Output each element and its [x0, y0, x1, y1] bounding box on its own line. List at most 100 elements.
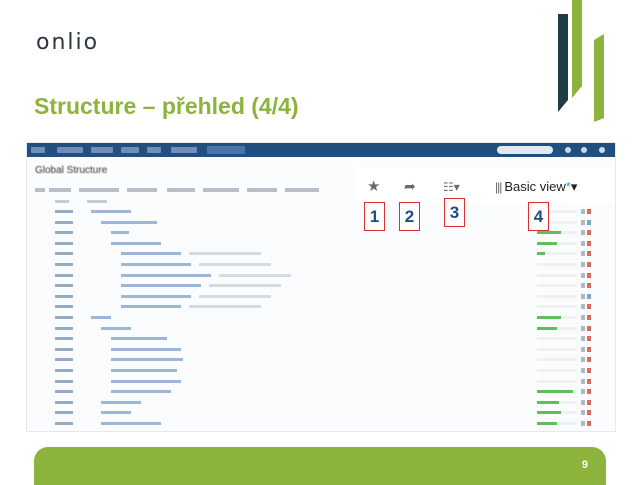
- priority-icon: [587, 368, 591, 373]
- issue-key[interactable]: [55, 294, 73, 298]
- table-row[interactable]: [27, 239, 615, 248]
- issue-summary[interactable]: [121, 284, 201, 288]
- table-row[interactable]: [27, 419, 615, 428]
- issue-key[interactable]: [55, 326, 73, 330]
- table-row[interactable]: [27, 408, 615, 417]
- issue-key[interactable]: [55, 358, 73, 362]
- table-row[interactable]: [27, 324, 615, 333]
- issue-summary[interactable]: [121, 305, 181, 309]
- table-row[interactable]: [27, 302, 615, 311]
- issue-summary[interactable]: [101, 411, 131, 415]
- nav-item[interactable]: [121, 147, 139, 153]
- priority-icon: [587, 325, 591, 331]
- issue-key[interactable]: [55, 422, 73, 425]
- issue-key[interactable]: [55, 273, 73, 277]
- issue-key[interactable]: [55, 337, 73, 341]
- favorite-star-icon[interactable]: ★: [367, 179, 380, 194]
- issue-key[interactable]: [55, 210, 73, 213]
- issue-summary[interactable]: [121, 263, 191, 266]
- table-row[interactable]: [27, 281, 615, 290]
- issue-key[interactable]: [55, 220, 73, 224]
- issue-summary[interactable]: [91, 210, 131, 213]
- progress-track: [537, 347, 577, 351]
- create-issue-button[interactable]: [207, 146, 245, 154]
- issue-summary[interactable]: [101, 220, 157, 224]
- issue-key[interactable]: [55, 231, 73, 235]
- progress-track: [537, 305, 577, 309]
- issue-summary[interactable]: [101, 400, 141, 404]
- issue-summary[interactable]: [111, 358, 183, 362]
- table-row[interactable]: [27, 398, 615, 407]
- issue-summary[interactable]: [111, 390, 171, 394]
- issue-key[interactable]: [55, 305, 73, 309]
- issue-key[interactable]: [55, 241, 73, 245]
- issue-summary[interactable]: [111, 347, 181, 351]
- stripe-green-2: [594, 34, 604, 122]
- assignee-icon: [581, 399, 585, 405]
- issue-summary[interactable]: [111, 337, 167, 341]
- issue-summary[interactable]: [91, 316, 111, 319]
- issue-detail: [199, 294, 271, 298]
- table-row[interactable]: [27, 334, 615, 343]
- issue-key[interactable]: [55, 379, 73, 383]
- issue-summary[interactable]: [121, 273, 211, 277]
- table-row[interactable]: [27, 355, 615, 364]
- issue-summary[interactable]: [121, 252, 181, 256]
- structure-toolbar: [27, 185, 367, 195]
- progress-track: [537, 369, 577, 372]
- avatar[interactable]: [599, 147, 605, 153]
- progress-fill: [537, 400, 559, 404]
- table-row[interactable]: [27, 271, 615, 280]
- table-row[interactable]: [27, 345, 615, 354]
- view-options-icon[interactable]: ☷▾: [443, 180, 460, 195]
- table-row[interactable]: [27, 218, 615, 227]
- nav-item[interactable]: [147, 147, 161, 153]
- table-row[interactable]: [27, 292, 615, 301]
- nav-item[interactable]: [57, 147, 83, 153]
- help-icon[interactable]: [565, 147, 571, 153]
- issue-summary[interactable]: [101, 326, 131, 330]
- issue-key[interactable]: [55, 284, 73, 288]
- issue-summary[interactable]: [111, 231, 129, 235]
- issue-summary[interactable]: [111, 241, 161, 245]
- table-row[interactable]: [27, 228, 615, 237]
- issue-summary[interactable]: [111, 369, 177, 372]
- issue-summary[interactable]: [121, 294, 191, 298]
- issue-summary[interactable]: [111, 379, 181, 383]
- issue-key[interactable]: [55, 411, 73, 415]
- issue-key[interactable]: [55, 400, 73, 404]
- columns-icon: |||: [495, 180, 502, 194]
- assignee-icon: [581, 410, 585, 416]
- priority-icon: [587, 315, 591, 320]
- priority-icon: [587, 304, 591, 310]
- basic-view-selector[interactable]: ||| Basic view*▾: [495, 179, 577, 195]
- nav-item[interactable]: [91, 147, 113, 153]
- toolbar-zoom-overlay: ★ ➦ ☷▾ ||| Basic view*▾: [357, 167, 615, 203]
- table-row[interactable]: [27, 387, 615, 396]
- progress-track: [537, 379, 577, 383]
- priority-icon: [587, 251, 591, 257]
- search-input[interactable]: [497, 146, 553, 154]
- table-row[interactable]: [27, 366, 615, 375]
- issue-summary[interactable]: [101, 422, 161, 425]
- share-icon[interactable]: ➦: [404, 179, 416, 194]
- assignee-icon: [581, 209, 585, 214]
- assignee-icon: [581, 378, 585, 384]
- issue-key[interactable]: [55, 390, 73, 394]
- table-row[interactable]: [27, 377, 615, 386]
- priority-icon: [587, 209, 591, 214]
- stripe-green-1: [572, 0, 582, 98]
- table-row[interactable]: [27, 249, 615, 258]
- issue-key[interactable]: [55, 347, 73, 351]
- issue-key[interactable]: [55, 263, 73, 266]
- assignee-icon: [581, 262, 585, 267]
- nav-item[interactable]: [171, 147, 197, 153]
- progress-track: [537, 273, 577, 277]
- settings-icon[interactable]: [581, 147, 587, 153]
- table-row[interactable]: [27, 260, 615, 269]
- issue-key[interactable]: [55, 369, 73, 372]
- issue-key[interactable]: [55, 252, 73, 256]
- table-row[interactable]: [27, 313, 615, 322]
- issue-key[interactable]: [55, 316, 73, 319]
- table-row[interactable]: [27, 207, 615, 216]
